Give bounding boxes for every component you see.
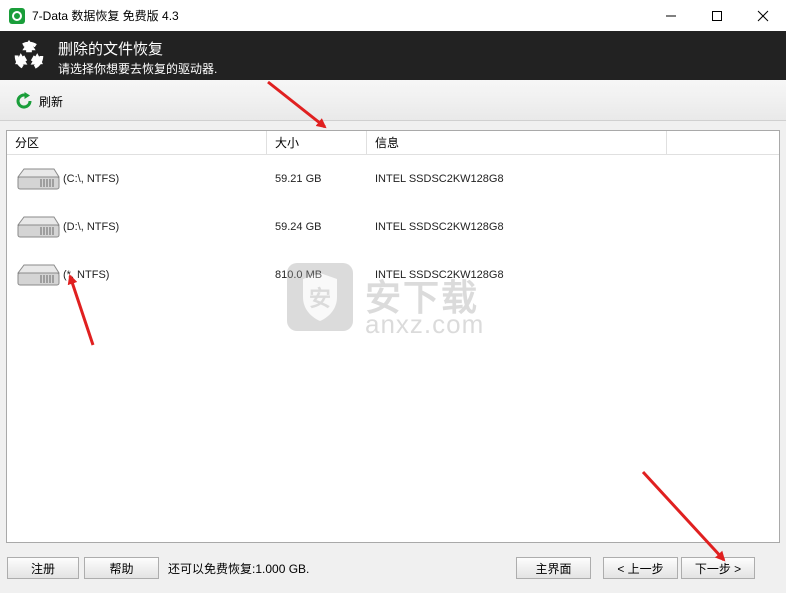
refresh-icon bbox=[16, 92, 32, 109]
table-row[interactable]: (D:\, NTFS) 59.24 GB INTEL SSDSC2KW128G8 bbox=[7, 203, 779, 251]
minimize-icon bbox=[666, 15, 676, 16]
column-header-partition[interactable]: 分区 bbox=[7, 131, 267, 155]
row-size: 59.24 GB bbox=[275, 221, 322, 233]
header-subtitle: 请选择你想要去恢复的驱动器. bbox=[58, 62, 218, 76]
table-row[interactable]: (C:\, NTFS) 59.21 GB INTEL SSDSC2KW128G8 bbox=[7, 155, 779, 203]
row-info: INTEL SSDSC2KW128G8 bbox=[375, 173, 504, 185]
prev-step-button[interactable]: < 上一步 bbox=[603, 557, 678, 579]
row-info: INTEL SSDSC2KW128G8 bbox=[375, 269, 504, 281]
maximize-button[interactable] bbox=[694, 0, 740, 31]
close-icon bbox=[757, 10, 769, 21]
hard-drive-icon bbox=[17, 168, 60, 190]
next-step-button[interactable]: 下一步 > bbox=[681, 557, 755, 579]
row-partition: (C:\, NTFS) bbox=[63, 173, 120, 185]
maximize-icon bbox=[712, 10, 722, 21]
wizard-header: 删除的文件恢复 请选择你想要去恢复的驱动器. bbox=[0, 31, 786, 80]
home-button[interactable]: 主界面 bbox=[516, 557, 591, 579]
list-header: 分区 大小 信息 bbox=[7, 131, 779, 155]
minimize-button[interactable] bbox=[648, 0, 694, 31]
refresh-label: 刷新 bbox=[39, 94, 64, 109]
row-partition: (D:\, NTFS) bbox=[63, 221, 120, 233]
column-header-info[interactable]: 信息 bbox=[367, 131, 667, 155]
row-size: 59.21 GB bbox=[275, 173, 322, 185]
row-size: 810.0 MB bbox=[275, 269, 323, 281]
toolbar: 刷新 bbox=[0, 80, 786, 121]
column-header-size[interactable]: 大小 bbox=[267, 131, 367, 155]
header-title: 删除的文件恢复 bbox=[58, 41, 164, 58]
recycle-icon bbox=[14, 39, 44, 71]
free-quota-text: 还可以免费恢复:1.000 GB. bbox=[168, 562, 310, 576]
window-controls bbox=[648, 0, 786, 31]
hard-drive-icon bbox=[17, 264, 60, 286]
close-button[interactable] bbox=[740, 0, 786, 31]
register-button[interactable]: 注册 bbox=[7, 557, 79, 579]
help-button[interactable]: 帮助 bbox=[84, 557, 159, 579]
table-row[interactable]: (*, NTFS) 810.0 MB INTEL SSDSC2KW128G8 bbox=[7, 251, 779, 299]
column-header-empty bbox=[667, 131, 779, 155]
partition-list[interactable]: 分区 大小 信息 (C:\, NTFS) 59.21 GB INTEL SSDS… bbox=[6, 130, 780, 543]
hard-drive-icon bbox=[17, 216, 60, 238]
app-logo-icon bbox=[9, 7, 25, 24]
refresh-button[interactable]: 刷新 bbox=[14, 90, 63, 112]
window-title: 7-Data 数据恢复 免费版 4.3 bbox=[32, 9, 179, 23]
title-bar: 7-Data 数据恢复 免费版 4.3 bbox=[0, 0, 786, 31]
row-partition: (*, NTFS) bbox=[63, 269, 110, 281]
row-info: INTEL SSDSC2KW128G8 bbox=[375, 221, 504, 233]
